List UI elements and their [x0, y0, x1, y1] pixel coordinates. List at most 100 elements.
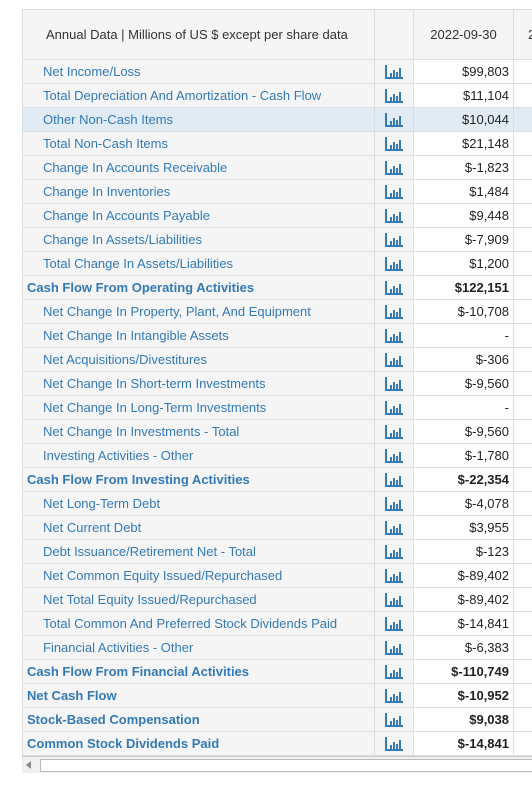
- bar-chart-icon: [384, 615, 404, 631]
- chart-button[interactable]: [374, 611, 414, 636]
- chart-button[interactable]: [374, 563, 414, 588]
- bar-chart-icon: [384, 471, 404, 487]
- bar-chart-icon: [384, 231, 404, 247]
- row-label-link[interactable]: Total Non-Cash Items: [22, 131, 375, 156]
- row-value: $-9,560: [413, 371, 514, 396]
- row-value-next: [513, 131, 532, 156]
- bar-chart-icon: [384, 207, 404, 223]
- row-label-link[interactable]: Net Common Equity Issued/Repurchased: [22, 563, 375, 588]
- table-row: Net Common Equity Issued/Repurchased $-8…: [22, 563, 532, 588]
- bar-chart-icon: [384, 255, 404, 271]
- bar-chart-icon: [384, 495, 404, 511]
- chart-button[interactable]: [374, 515, 414, 540]
- scrollbar-thumb[interactable]: [40, 759, 532, 772]
- row-value-next: [513, 227, 532, 252]
- row-value: $-110,749: [413, 659, 514, 684]
- chart-button[interactable]: [374, 659, 414, 684]
- row-label-link[interactable]: Change In Accounts Receivable: [22, 155, 375, 180]
- bar-chart-icon: [384, 63, 404, 79]
- chart-button[interactable]: [374, 323, 414, 348]
- chart-button[interactable]: [374, 395, 414, 420]
- row-label-link[interactable]: Common Stock Dividends Paid: [22, 731, 375, 756]
- row-label-link[interactable]: Cash Flow From Financial Activities: [22, 659, 375, 684]
- table-row: Total Common And Preferred Stock Dividen…: [22, 611, 532, 636]
- chart-button[interactable]: [374, 83, 414, 108]
- table-row: Total Non-Cash Items $21,148: [22, 131, 532, 156]
- table-row: Debt Issuance/Retirement Net - Total $-1…: [22, 539, 532, 564]
- chart-button[interactable]: [374, 371, 414, 396]
- chart-button[interactable]: [374, 443, 414, 468]
- chart-button[interactable]: [374, 347, 414, 372]
- row-value: $9,448: [413, 203, 514, 228]
- chart-button[interactable]: [374, 539, 414, 564]
- row-label-link[interactable]: Change In Inventories: [22, 179, 375, 204]
- chart-button[interactable]: [374, 275, 414, 300]
- row-label-link[interactable]: Stock-Based Compensation: [22, 707, 375, 732]
- row-label-link[interactable]: Net Change In Intangible Assets: [22, 323, 375, 348]
- table-row: Net Total Equity Issued/Repurchased $-89…: [22, 587, 532, 612]
- bar-chart-icon: [384, 303, 404, 319]
- chart-button[interactable]: [374, 155, 414, 180]
- row-label-link[interactable]: Total Common And Preferred Stock Dividen…: [22, 611, 375, 636]
- row-value: $-14,841: [413, 731, 514, 756]
- row-label-link[interactable]: Change In Accounts Payable: [22, 203, 375, 228]
- chart-button[interactable]: [374, 635, 414, 660]
- chart-button[interactable]: [374, 467, 414, 492]
- row-value: $-22,354: [413, 467, 514, 492]
- row-label-link[interactable]: Net Cash Flow: [22, 683, 375, 708]
- row-label-link[interactable]: Total Change In Assets/Liabilities: [22, 251, 375, 276]
- chart-button[interactable]: [374, 587, 414, 612]
- row-label-link[interactable]: Change In Assets/Liabilities: [22, 227, 375, 252]
- row-label-link[interactable]: Net Change In Property, Plant, And Equip…: [22, 299, 375, 324]
- scroll-left-arrow-icon[interactable]: [26, 761, 31, 769]
- row-label-link[interactable]: Net Change In Long-Term Investments: [22, 395, 375, 420]
- chart-button[interactable]: [374, 299, 414, 324]
- chart-button[interactable]: [374, 707, 414, 732]
- bar-chart-icon: [384, 399, 404, 415]
- chart-button[interactable]: [374, 491, 414, 516]
- row-label-link[interactable]: Net Total Equity Issued/Repurchased: [22, 587, 375, 612]
- cash-flow-table: Annual Data | Millions of US $ except pe…: [22, 9, 532, 756]
- row-label-link[interactable]: Net Income/Loss: [22, 59, 375, 84]
- row-value-next: [513, 707, 532, 732]
- row-label-link[interactable]: Investing Activities - Other: [22, 443, 375, 468]
- row-label-link[interactable]: Cash Flow From Investing Activities: [22, 467, 375, 492]
- row-label-link[interactable]: Other Non-Cash Items: [22, 107, 375, 132]
- table-row: Net Cash Flow $-10,952: [22, 683, 532, 708]
- chart-button[interactable]: [374, 683, 414, 708]
- row-label-link[interactable]: Net Change In Investments - Total: [22, 419, 375, 444]
- row-label-link[interactable]: Net Long-Term Debt: [22, 491, 375, 516]
- row-value: $1,484: [413, 179, 514, 204]
- chart-button[interactable]: [374, 59, 414, 84]
- row-label-link[interactable]: Net Change In Short-term Investments: [22, 371, 375, 396]
- chart-button[interactable]: [374, 179, 414, 204]
- chart-button[interactable]: [374, 251, 414, 276]
- chart-button[interactable]: [374, 131, 414, 156]
- row-value: $-89,402: [413, 587, 514, 612]
- row-value-next: [513, 731, 532, 756]
- chart-button[interactable]: [374, 203, 414, 228]
- row-label-link[interactable]: Total Depreciation And Amortization - Ca…: [22, 83, 375, 108]
- horizontal-scrollbar[interactable]: [22, 756, 532, 773]
- row-label-link[interactable]: Net Acquisitions/Divestitures: [22, 347, 375, 372]
- header-title: Annual Data | Millions of US $ except pe…: [22, 9, 375, 60]
- row-label-link[interactable]: Net Current Debt: [22, 515, 375, 540]
- header-date-next[interactable]: 2: [513, 9, 532, 60]
- table-row: Total Change In Assets/Liabilities $1,20…: [22, 251, 532, 276]
- row-label-link[interactable]: Financial Activities - Other: [22, 635, 375, 660]
- chart-button[interactable]: [374, 731, 414, 756]
- row-label-link[interactable]: Cash Flow From Operating Activities: [22, 275, 375, 300]
- table-row: Other Non-Cash Items $10,044: [22, 107, 532, 132]
- header-date-2022[interactable]: 2022-09-30: [413, 9, 514, 60]
- chart-button[interactable]: [374, 227, 414, 252]
- row-value-next: [513, 395, 532, 420]
- row-value: $-14,841: [413, 611, 514, 636]
- chart-button[interactable]: [374, 107, 414, 132]
- chart-button[interactable]: [374, 419, 414, 444]
- row-value: $-7,909: [413, 227, 514, 252]
- bar-chart-icon: [384, 567, 404, 583]
- table-row: Financial Activities - Other $-6,383: [22, 635, 532, 660]
- bar-chart-icon: [384, 279, 404, 295]
- row-label-link[interactable]: Debt Issuance/Retirement Net - Total: [22, 539, 375, 564]
- bar-chart-icon: [384, 111, 404, 127]
